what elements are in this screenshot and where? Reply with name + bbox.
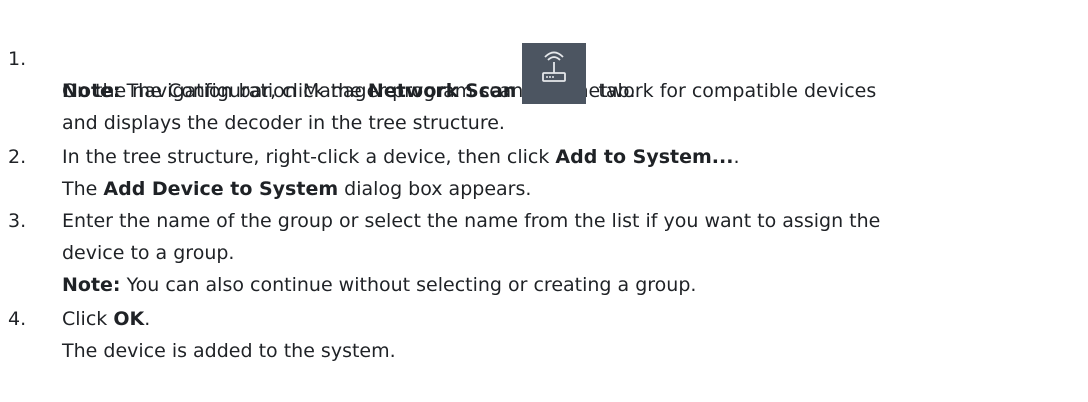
step-result: The Add Device to System dialog box appe… [62,173,1086,205]
step-instruction: Enter the name of the group or select th… [62,210,881,232]
result-text: dialog box appears. [338,178,532,200]
instruction-text: . [733,146,740,168]
network-scan-icon [522,43,587,104]
instruction-text: In the tree structure, right-click a dev… [62,146,556,168]
step-note-continued: and displays the decoder in the tree str… [62,112,505,134]
step-number: 4. [8,308,27,330]
step-result: The device is added to the system. [62,340,396,362]
note-label: Note: [62,80,121,102]
ui-term: Add Device to System [103,178,339,200]
instruction-text: Click [62,308,114,330]
note-label: Note: [62,274,121,296]
instruction-text: . [144,308,151,330]
ui-term: OK [113,308,145,330]
ui-term: Add to System... [555,146,734,168]
step-instruction: On the navigation bar, click the Network… [62,43,1086,104]
step-instruction: Click OK. [62,303,1086,335]
step-number: 2. [8,146,27,168]
note-text: You can also continue without selecting … [120,274,697,296]
note-text: The Configuration Manager program scans … [120,80,877,102]
result-text: The [62,178,104,200]
step-note: Note: You can also continue without sele… [62,269,1086,301]
step-body: Enter the name of the group or select th… [62,205,1086,301]
step-instruction-continued: device to a group. [62,242,235,264]
step-instruction: In the tree structure, right-click a dev… [62,141,1086,173]
step-number: 1. [8,48,27,70]
step-body: In the tree structure, right-click a dev… [62,141,1086,205]
step-body: On the navigation bar, click the Network… [62,43,1086,139]
step-body: Click OK. The device is added to the sys… [62,303,1086,367]
step-number: 3. [8,210,27,232]
